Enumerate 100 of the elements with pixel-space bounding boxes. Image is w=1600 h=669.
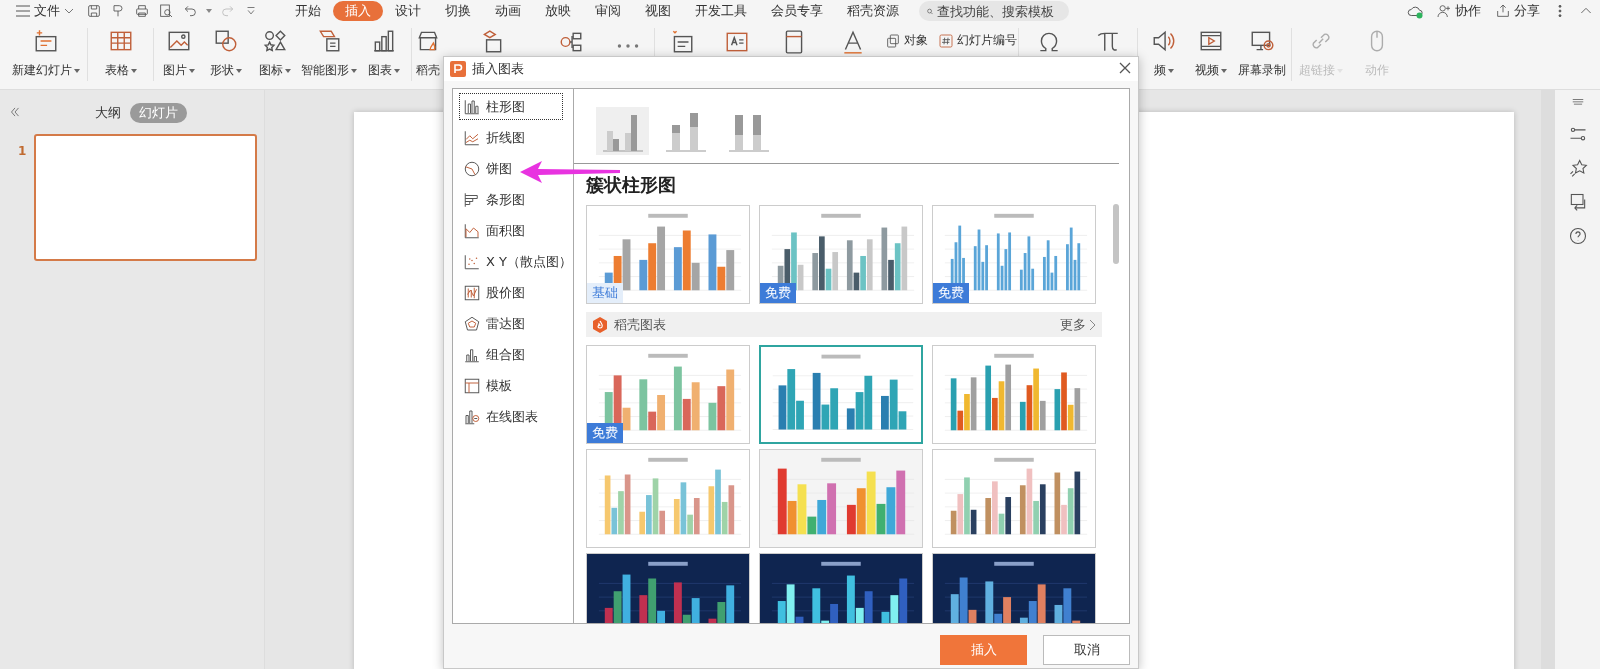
chart-type-item[interactable]: 条形图 (459, 186, 529, 213)
template-card[interactable] (932, 553, 1096, 623)
chart-type-item[interactable]: 雷达图 (459, 310, 529, 337)
pie-chart-icon (463, 159, 481, 178)
stock-chart-icon (463, 283, 481, 302)
template-card[interactable] (586, 553, 750, 623)
copy-icon (884, 32, 901, 49)
chart-subtype[interactable] (596, 107, 649, 155)
shapes-icon (213, 28, 239, 54)
caret-icon (351, 68, 357, 73)
ribbon-tab[interactable]: 开发工具 (683, 1, 759, 21)
chart-type-item[interactable]: 组合图 (459, 341, 529, 368)
ribbon-tab[interactable]: 放映 (533, 1, 583, 21)
more-icon (616, 43, 639, 48)
ribbon-tab[interactable]: 动画 (483, 1, 533, 21)
ribbon-tab[interactable]: 稻壳资源 (835, 1, 911, 21)
help-icon[interactable] (1567, 226, 1588, 246)
slide-number: 1 (18, 143, 28, 160)
section-heading: 簇状柱形图 (586, 173, 677, 197)
slide-thumbnail[interactable] (34, 134, 257, 261)
ribbon-tab[interactable]: 设计 (383, 1, 433, 21)
search-field[interactable]: 查找功能、搜索模板 (919, 1, 1069, 21)
cancel-button[interactable]: 取消 (1043, 635, 1130, 665)
scrollbar-thumb[interactable] (1113, 204, 1119, 264)
more-link[interactable]: 更多 (1060, 315, 1096, 334)
caret-icon (236, 68, 242, 73)
ribbon-button[interactable]: 新建幻灯片 (5, 22, 86, 84)
area-chart-icon (463, 221, 481, 240)
ribbon-button[interactable]: 屏幕录制 (1231, 22, 1292, 84)
panel-tab[interactable]: 大纲 (86, 103, 130, 123)
tier-label: 免费 (587, 423, 623, 443)
ribbon-button[interactable]: 幻灯片编号 (937, 32, 1017, 49)
scrollbar[interactable] (1541, 90, 1555, 669)
tier-label: 基础 (587, 283, 623, 303)
bar-chart-icon (371, 28, 397, 54)
share-icon (1495, 3, 1511, 19)
scatter-chart-icon (463, 252, 481, 271)
template-card[interactable]: 免费 (759, 205, 923, 304)
file-menu[interactable]: 文件 (12, 2, 78, 20)
hash-icon (937, 32, 954, 49)
toolbar-button[interactable]: 分享 (1493, 2, 1542, 20)
caret-icon (206, 9, 212, 13)
person-plus-icon (1436, 3, 1452, 19)
undo-icon[interactable] (182, 3, 198, 19)
ribbon-button[interactable]: 视频 (1188, 22, 1233, 84)
tier-label: 免费 (933, 283, 969, 303)
template-card[interactable] (932, 449, 1096, 548)
ribbon-tab[interactable]: 视图 (633, 1, 683, 21)
chevron-down-icon (64, 8, 74, 14)
ribbon-button[interactable]: 图片 (156, 22, 201, 84)
save-icon[interactable] (86, 3, 102, 19)
chart-type-item[interactable]: 模板 (459, 372, 516, 399)
ribbon-tab[interactable]: 审阅 (583, 1, 633, 21)
chart-type-item[interactable]: 饼图 (459, 155, 516, 182)
ribbon-tab[interactable]: 开始 (283, 1, 333, 21)
ribbon-button[interactable]: 形状 (204, 22, 248, 84)
print-icon[interactable] (134, 3, 150, 19)
chart-type-item[interactable]: 面积图 (459, 217, 529, 244)
chart-type-item[interactable]: X Y（散点图） (459, 248, 576, 275)
symbols-icon (262, 28, 288, 54)
dialog-title: 插入图表 (472, 60, 525, 78)
flame-logo-icon (592, 316, 608, 333)
star-icon[interactable] (1567, 158, 1588, 178)
ribbon-button[interactable]: 图表 (362, 22, 406, 84)
online-chart-icon (463, 407, 481, 426)
bar-chart-icon (463, 97, 481, 116)
chart-type-item[interactable]: 股价图 (459, 279, 529, 306)
template-card[interactable]: 免费 (586, 345, 750, 444)
ribbon-button[interactable]: 智能图形 (295, 22, 363, 84)
caret-icon (73, 68, 80, 73)
caret-icon (1167, 68, 1174, 73)
chevron-right-icon (1088, 318, 1096, 331)
caret-icon (285, 68, 291, 73)
template-card[interactable]: 免费 (932, 205, 1096, 304)
caret-icon (130, 68, 137, 73)
template-card[interactable] (759, 553, 923, 623)
ribbon-button[interactable]: 表格 (98, 22, 143, 84)
ribbon-button[interactable]: 频 (1144, 22, 1183, 84)
double-chevron-left-icon (8, 104, 22, 119)
caret-icon (188, 68, 195, 73)
chart-type-item[interactable]: 柱形图 (459, 93, 563, 120)
toolbar-button[interactable]: 协作 (1434, 2, 1483, 20)
line-chart-icon (463, 128, 481, 147)
ribbon-tab[interactable]: 切换 (433, 1, 483, 21)
template-card[interactable]: 基础 (586, 205, 750, 304)
brush-icon[interactable] (110, 3, 126, 19)
chart-type-item[interactable]: 在线图表 (459, 403, 542, 430)
radar-chart-icon (463, 314, 481, 333)
ribbon-button[interactable]: 对象 (884, 32, 928, 49)
caret-icon (1220, 68, 1227, 73)
ribbon-button[interactable]: 稻壳 (409, 22, 447, 84)
app-logo-icon (450, 61, 466, 77)
section-title: 稻壳图表 (614, 315, 667, 334)
menu-icon (16, 5, 30, 17)
caret-icon (394, 68, 400, 73)
ribbon-button[interactable]: 图标 (253, 22, 297, 84)
ribbon-tab[interactable]: 会员专享 (759, 1, 835, 21)
chart-type-item[interactable]: 折线图 (459, 124, 529, 151)
horizontal-bar-icon (463, 190, 481, 209)
preview-icon[interactable] (158, 3, 174, 19)
